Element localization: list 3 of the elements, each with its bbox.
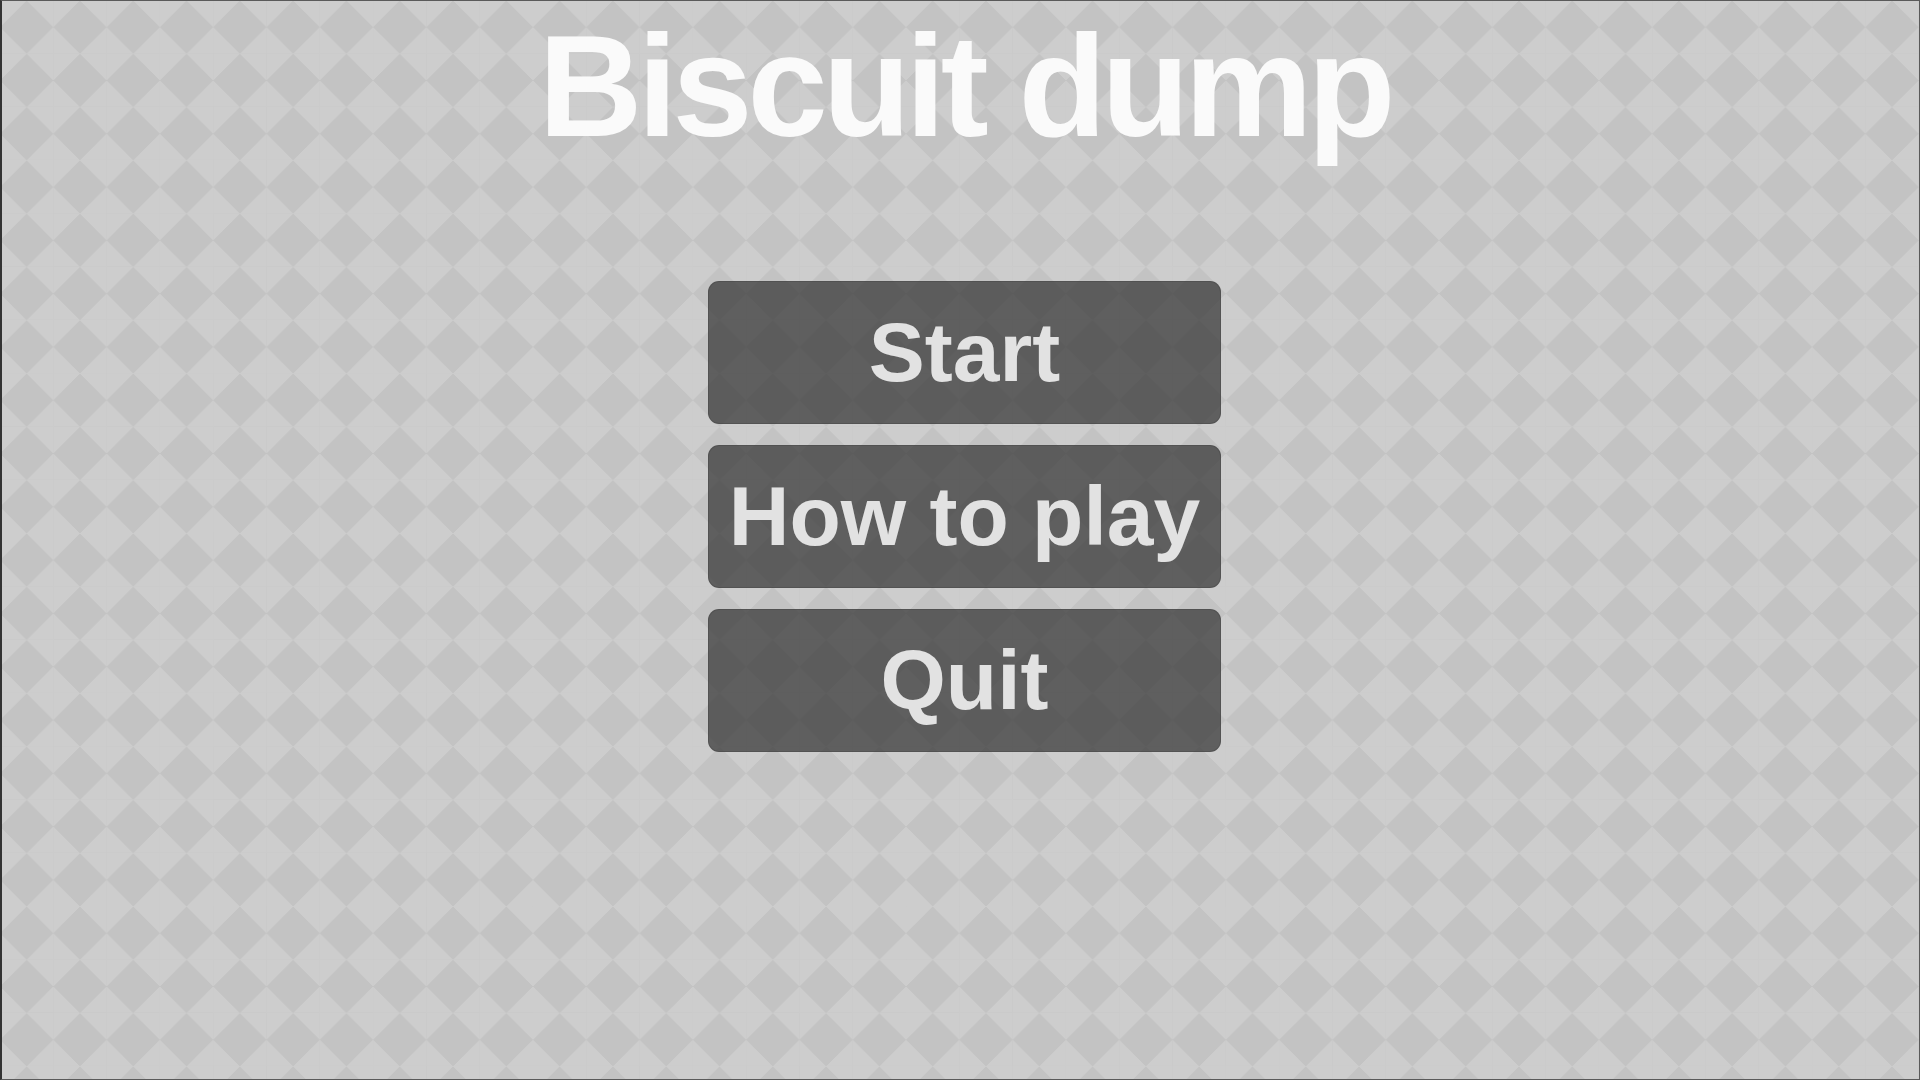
menu-button[interactable]: How to play [708, 444, 1221, 588]
menu-button[interactable]: Quit [708, 608, 1221, 752]
menu-button[interactable]: Start [708, 280, 1221, 424]
